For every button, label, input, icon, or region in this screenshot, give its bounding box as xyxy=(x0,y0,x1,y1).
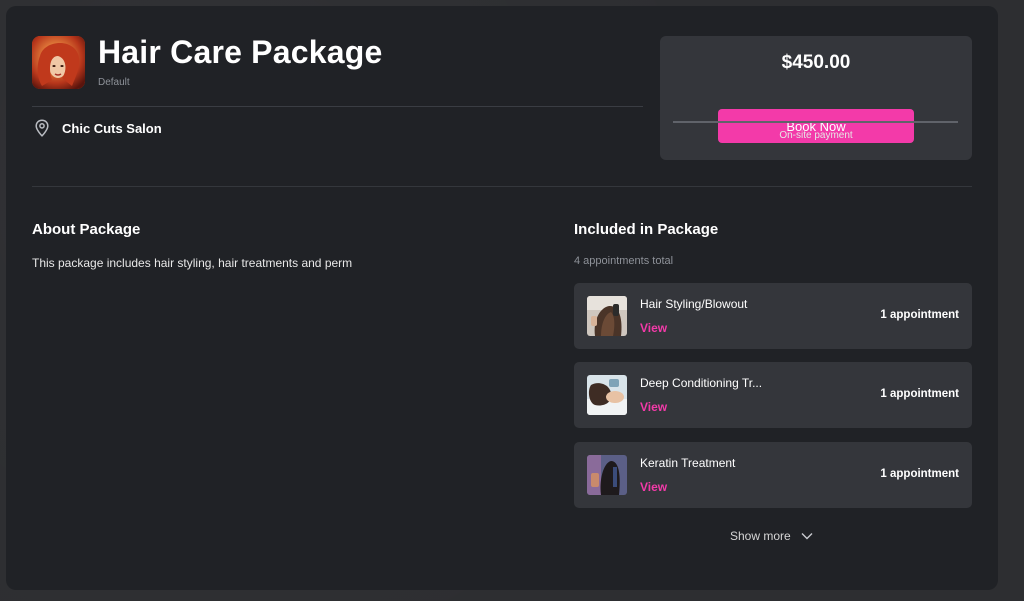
service-quantity: 1 appointment xyxy=(880,388,959,400)
salon-location: Chic Cuts Salon xyxy=(34,119,162,137)
header-divider xyxy=(32,106,643,107)
conditioning-thumbnail-icon xyxy=(587,375,627,415)
keratin-thumbnail-icon xyxy=(587,455,627,495)
payment-note: On-site payment xyxy=(779,130,853,141)
chevron-down-icon xyxy=(801,533,813,540)
included-heading: Included in Package xyxy=(574,221,719,238)
appointments-count: 4 appointments total xyxy=(574,255,674,267)
service-quantity: 1 appointment xyxy=(880,468,959,480)
service-item: Hair Styling/Blowout View 1 appointment xyxy=(574,283,972,349)
package-price: $450.00 xyxy=(781,52,851,73)
salon-name: Chic Cuts Salon xyxy=(62,120,162,136)
service-view-link[interactable]: View xyxy=(640,400,667,414)
package-subtitle: Default xyxy=(98,77,130,88)
package-title: Hair Care Package xyxy=(98,34,383,70)
section-divider xyxy=(32,186,972,187)
location-pin-icon xyxy=(35,119,49,137)
service-name: Hair Styling/Blowout xyxy=(640,297,748,311)
service-name: Deep Conditioning Tr... xyxy=(640,376,763,390)
about-description: This package includes hair styling, hair… xyxy=(32,256,353,270)
service-view-link[interactable]: View xyxy=(640,321,667,335)
service-name: Keratin Treatment xyxy=(640,456,736,470)
show-more-label: Show more xyxy=(730,529,791,543)
service-item: Deep Conditioning Tr... View 1 appointme… xyxy=(574,362,972,428)
service-quantity: 1 appointment xyxy=(880,309,959,321)
salon-logo-icon xyxy=(32,36,85,89)
price-box: $450.00 Book Now On-site payment xyxy=(660,36,972,160)
hair-styling-thumbnail-icon xyxy=(587,296,627,336)
price-divider xyxy=(673,121,958,123)
service-item: Keratin Treatment View 1 appointment xyxy=(574,442,972,508)
show-more-button[interactable]: Show more xyxy=(730,529,813,543)
package-card: Hair Care Package Default Chic Cuts Salo… xyxy=(6,6,998,590)
service-view-link[interactable]: View xyxy=(640,480,667,494)
about-heading: About Package xyxy=(32,221,141,238)
